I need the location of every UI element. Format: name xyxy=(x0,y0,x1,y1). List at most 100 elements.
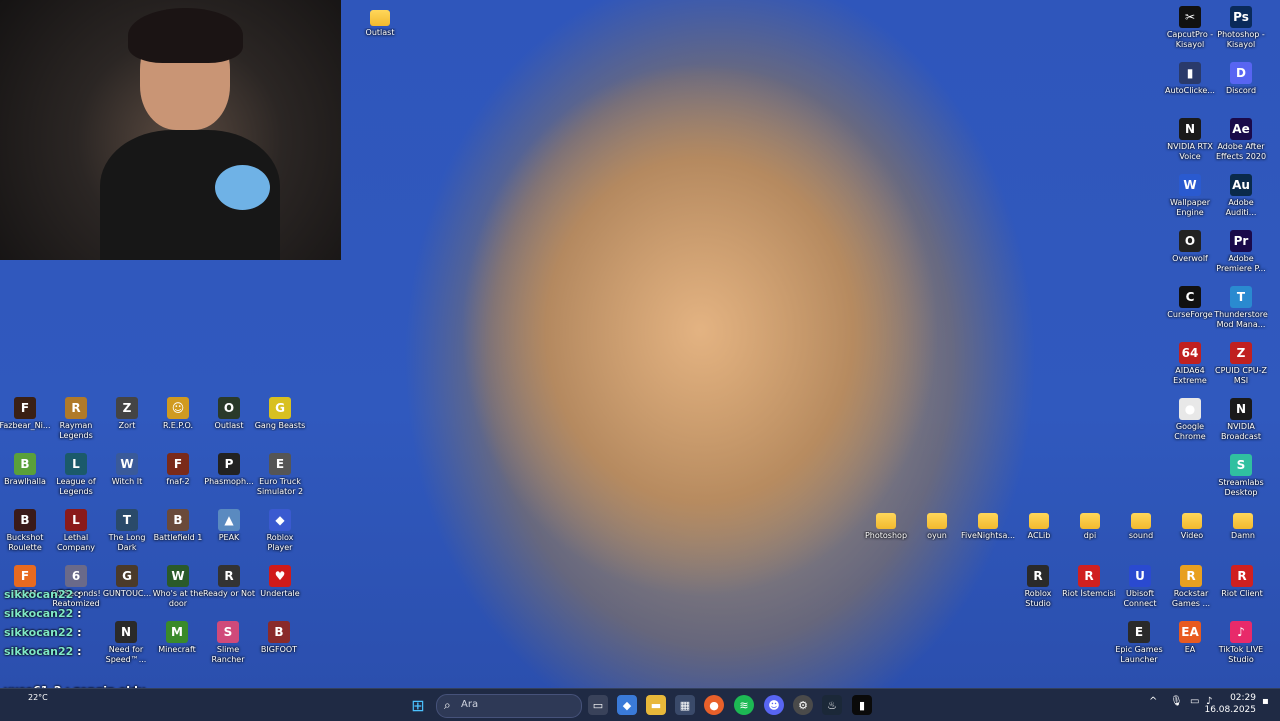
desktop-icon-thunderstore-mod-mana[interactable]: T Thunderstore Mod Mana... xyxy=(1214,286,1268,330)
copilot-icon[interactable]: ◆ xyxy=(617,695,637,715)
desktop-icon-rayman-legends[interactable]: R Rayman Legends xyxy=(49,397,103,441)
desktop-icon-guntouc[interactable]: G GUNTOUC... xyxy=(100,565,154,599)
desktop-icon-label: oyun xyxy=(927,531,947,540)
desktop-icon-adobe-auditi[interactable]: Au Adobe Auditi... xyxy=(1214,174,1268,218)
desktop-icon-oyun[interactable]: oyun xyxy=(910,509,964,541)
firefox-icon[interactable]: ● xyxy=(704,695,724,715)
desktop-icon-roblox-studio[interactable]: R Roblox Studio xyxy=(1011,565,1065,609)
rayman-legends-icon: R xyxy=(65,397,87,419)
desktop-icon-discord[interactable]: D Discord xyxy=(1214,62,1268,96)
start-button[interactable]: ⊞ xyxy=(408,695,428,715)
steam-icon[interactable]: ♨ xyxy=(822,695,842,715)
desktop-icon-epic-games-launcher[interactable]: E Epic Games Launcher xyxy=(1112,621,1166,665)
desktop-icon-streamlabs-desktop[interactable]: S Streamlabs Desktop xyxy=(1214,454,1268,498)
desktop-icon-capcutpro-kisayol[interactable]: ✂ CapcutPro - Kisayol xyxy=(1163,6,1217,50)
desktop-icon-league-of-legends[interactable]: L League of Legends xyxy=(49,453,103,497)
desktop-icon-overwolf[interactable]: O Overwolf xyxy=(1163,230,1217,264)
desktop-icon-label: Witch It xyxy=(111,477,143,486)
desktop-icon-aida64-extreme[interactable]: 64 AIDA64 Extreme xyxy=(1163,342,1217,386)
desktop-icon-r-e-p-o[interactable]: ☺ R.E.P.O. xyxy=(151,397,205,431)
settings-icon[interactable]: ⚙ xyxy=(793,695,813,715)
desktop-icon-label: League of Legends xyxy=(56,477,96,496)
weather-widget[interactable]: 22°C xyxy=(28,693,48,703)
desktop-icon-brawlhalla[interactable]: B Brawlhalla xyxy=(0,453,52,487)
desktop-icon-dpi[interactable]: dpi xyxy=(1063,509,1117,541)
desktop-icon-need-for-speed[interactable]: N Need for Speed™... xyxy=(99,621,153,665)
desktop-icon-label: The Long Dark xyxy=(108,533,146,552)
desktop-icon-adobe-after-effects-2020[interactable]: Ae Adobe After Effects 2020 xyxy=(1214,118,1268,162)
desktop-icon-fivenightsa[interactable]: FiveNightsa... xyxy=(961,509,1015,541)
desktop-icon-sound[interactable]: sound xyxy=(1114,509,1168,541)
microphone-icon[interactable]: 🎙︎ xyxy=(1170,696,1183,707)
desktop-icon-nvidia-broadcast[interactable]: N NVIDIA Broadcast xyxy=(1214,398,1268,442)
desktop-icon-fnaf-2[interactable]: Ffnaf-2 xyxy=(151,453,205,487)
desktop-icon-lethal-company[interactable]: L Lethal Company xyxy=(49,509,103,553)
photoshop-kisayol-icon: Ps xyxy=(1230,6,1252,28)
desktop-icon-ready-or-not[interactable]: R Ready or Not xyxy=(202,565,256,599)
desktop-icon-60-seconds-reatomized[interactable]: 6 60 Seconds! Reatomized xyxy=(49,565,103,609)
taskbar-clock[interactable]: 02:29 16.08.2025 xyxy=(1204,692,1256,716)
desktop-icon-euro-truck-simulator-2[interactable]: E Euro Truck Simulator 2 xyxy=(253,453,307,497)
desktop-icon-buckshot-roulette[interactable]: B Buckshot Roulette xyxy=(0,509,52,553)
desktop-icon-label: R.E.P.O. xyxy=(162,421,194,430)
desktop-icon-photoshop-kisayol[interactable]: Ps Photoshop - Kisayol xyxy=(1214,6,1268,50)
who-s-at-the-door-icon: W xyxy=(167,565,189,587)
desktop-icon-undertale[interactable]: ♥ Undertale xyxy=(253,565,307,599)
spotify-icon[interactable]: ≋ xyxy=(734,695,754,715)
task-view-icon[interactable]: ▭ xyxy=(588,695,608,715)
desktop-icon-battlefield-1[interactable]: B Battlefield 1 xyxy=(151,509,205,543)
desktop-icon-minecraft[interactable]: M Minecraft xyxy=(150,621,204,655)
desktop-icon-riot-client[interactable]: R Riot Client xyxy=(1215,565,1269,599)
phasmoph-icon: P xyxy=(218,453,240,475)
desktop-icon-label: Fazbear_Ni... xyxy=(0,421,51,430)
taskbar: 22°C ⊞ ⌕ Ara ▭ ◆ ▬ ▦ ● ≋ ☻ ⚙ ♨ ▮ ^ 🎙︎ ▭ … xyxy=(0,688,1280,721)
desktop-icon-video[interactable]: Video xyxy=(1165,509,1219,541)
clock-time: 02:29 xyxy=(1230,693,1256,703)
desktop-icon-label: NVIDIA RTX Voice xyxy=(1167,142,1213,161)
desktop-icon-outlast[interactable]: O Outlast xyxy=(202,397,256,431)
desktop-icon-ubisoft-connect[interactable]: U Ubisoft Connect xyxy=(1113,565,1167,609)
desktop-icon-photoshop[interactable]: Photoshop xyxy=(859,509,913,541)
desktop-icon-rockstar-games[interactable]: R Rockstar Games ... xyxy=(1164,565,1218,609)
desktop-icon-zort[interactable]: Z Zort xyxy=(100,397,154,431)
desktop-icon-nvidia-rtx-voice[interactable]: N NVIDIA RTX Voice xyxy=(1163,118,1217,162)
desktop-icon-who-s-at-the-door[interactable]: W Who's at the door xyxy=(151,565,205,609)
network-icon[interactable]: ▭ xyxy=(1190,696,1199,707)
desktop-icon-roblox-player[interactable]: ◆ Roblox Player xyxy=(253,509,307,553)
desktop-icon-cpuid-cpu-z-msi[interactable]: Z CPUID CPU-Z MSI xyxy=(1214,342,1268,386)
desktop-icon-label: Discord xyxy=(1225,86,1257,95)
desktop-icon-adobe-premiere-p[interactable]: Pr Adobe Premiere P... xyxy=(1214,230,1268,274)
notification-icon[interactable]: ▪ xyxy=(1262,696,1269,707)
tray-overflow-icon[interactable]: ^ xyxy=(1149,696,1157,707)
desktop-icon-fazbear-ni[interactable]: F Fazbear_Ni... xyxy=(0,397,52,431)
taskbar-search[interactable]: ⌕ Ara xyxy=(436,694,582,718)
desktop-icon-witch-it[interactable]: W Witch It xyxy=(100,453,154,487)
desktop-icon-label: ACLib xyxy=(1027,531,1051,540)
desktop-icon-phasmoph[interactable]: P Phasmoph... xyxy=(202,453,256,487)
chat-text: : xyxy=(73,645,82,658)
folder-icon xyxy=(927,513,947,529)
autoclicke-icon: ▮ xyxy=(1179,62,1201,84)
file-explorer-icon[interactable]: ▬ xyxy=(646,695,666,715)
desktop-icon-slime-rancher[interactable]: S Slime Rancher xyxy=(201,621,255,665)
desktop-icon-bigfoot[interactable]: B BIGFOOT xyxy=(252,621,306,655)
desktop-icon-autoclicke[interactable]: ▮ AutoClicke... xyxy=(1163,62,1217,96)
discord-icon: D xyxy=(1230,62,1252,84)
desktop-icon-label: FiveNightsa... xyxy=(961,531,1015,540)
discord-taskbar-icon[interactable]: ☻ xyxy=(764,695,784,715)
desktop-icon-tiktok-live-studio[interactable]: ♪ TikTok LIVE Studio xyxy=(1214,621,1268,665)
microsoft-store-icon[interactable]: ▦ xyxy=(675,695,695,715)
desktop-icon-outlast-folder[interactable]: Outlast xyxy=(353,6,407,38)
desktop-icon-curseforge[interactable]: C CurseForge xyxy=(1163,286,1217,320)
desktop-icon-google-chrome[interactable]: ● Google Chrome xyxy=(1163,398,1217,442)
desktop-icon-riot-i-stemcisi[interactable]: R Riot İstemcisi xyxy=(1062,565,1116,599)
desktop-icon-peak[interactable]: ▲ PEAK xyxy=(202,509,256,543)
desktop-icon-ea[interactable]: EA EA xyxy=(1163,621,1217,655)
desktop-icon-label: Adobe Auditi... xyxy=(1225,198,1257,217)
desktop-icon-wallpaper-engine[interactable]: W Wallpaper Engine xyxy=(1163,174,1217,218)
desktop-icon-aclib[interactable]: ACLib xyxy=(1012,509,1066,541)
desktop-icon-the-long-dark[interactable]: T The Long Dark xyxy=(100,509,154,553)
desktop-icon-gang-beasts[interactable]: G Gang Beasts xyxy=(253,397,307,431)
terminal-icon[interactable]: ▮ xyxy=(852,695,872,715)
desktop-icon-damn[interactable]: Damn xyxy=(1216,509,1270,541)
